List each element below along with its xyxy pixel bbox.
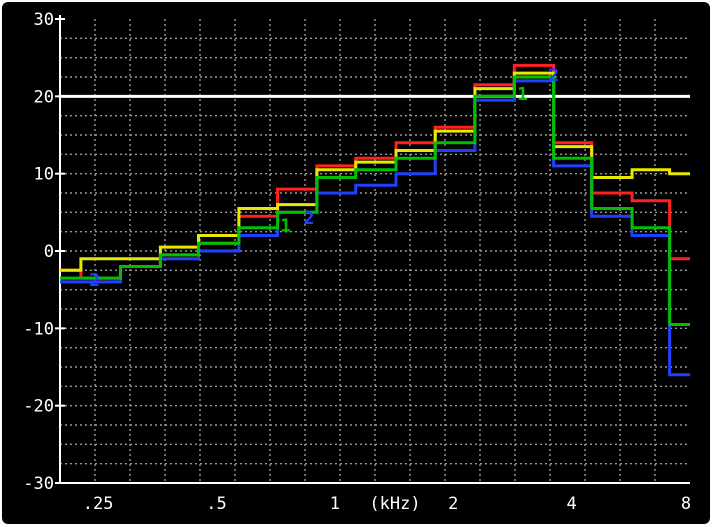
y-tick-label: 0 xyxy=(44,242,54,262)
audiogram-chart: 21 212 3020100-10-20-30 .25.5 1 2 4 8 (kHz) xyxy=(23,10,691,514)
series-marker-label: 2 xyxy=(89,270,100,291)
x-tick-label: .5 xyxy=(206,494,226,514)
x-tick-label: 4 xyxy=(566,494,576,514)
series-marker-label: 1 xyxy=(517,84,528,105)
x-tick-label: .25 xyxy=(83,494,114,514)
series-marker-label: 1 xyxy=(280,216,291,237)
y-tick-label: -30 xyxy=(23,474,54,494)
series-marker-label: 2 xyxy=(304,208,315,229)
x-axis-label: (kHz) xyxy=(369,494,420,514)
y-tick-label: -10 xyxy=(23,319,54,339)
y-tick-label: 10 xyxy=(34,165,54,185)
y-tick-label: 30 xyxy=(34,10,54,30)
x-tick-label: 1 xyxy=(330,494,340,514)
y-tick-label: -20 xyxy=(23,397,54,417)
y-tick-labels: 30 20 10 0 -10 -20 -30 xyxy=(23,10,54,494)
series-marker-label: 2 xyxy=(548,65,559,86)
x-tick-label: 8 xyxy=(681,494,691,514)
x-tick-label: 2 xyxy=(448,494,458,514)
y-tick-label: 20 xyxy=(34,87,54,107)
chart-frame: 21212 30 20 10 0 -10 -20 -30 .25.5 1 2 4 8 (kHz) xyxy=(2,2,710,524)
grid xyxy=(55,15,690,484)
